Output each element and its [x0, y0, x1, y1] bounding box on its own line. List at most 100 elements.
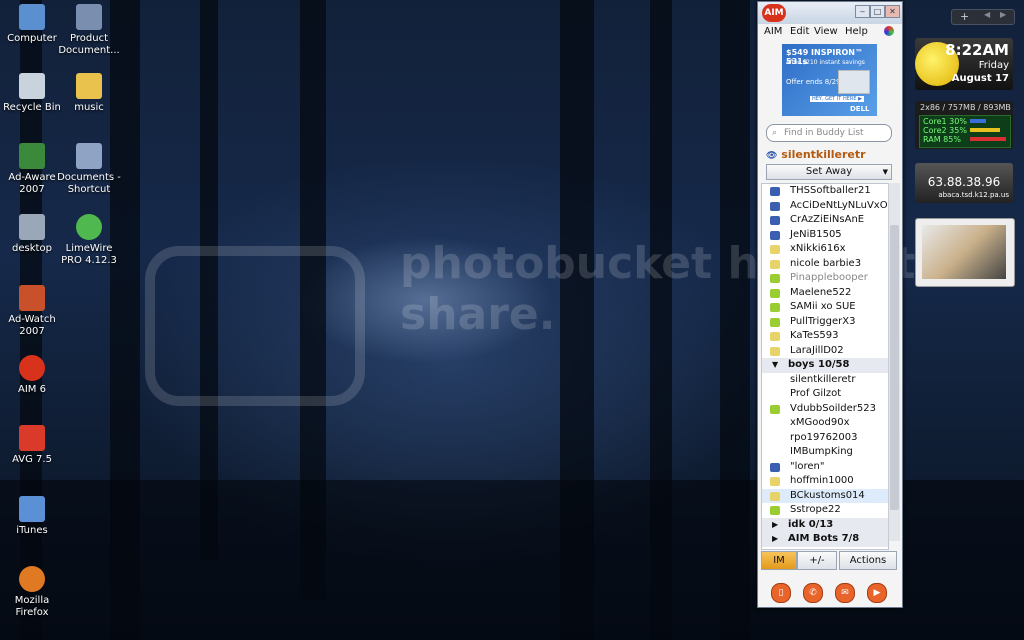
- buddy-list-item[interactable]: JeNiB1505: [762, 228, 888, 243]
- set-away-dropdown[interactable]: Set Away ▼: [766, 164, 892, 180]
- buddy-list-item[interactable]: THSSoftballer21: [762, 184, 888, 199]
- buddy-list-item[interactable]: BCkustoms014: [762, 488, 888, 503]
- desktop-icon-label: desktop: [12, 243, 52, 254]
- buddy-group-header[interactable]: ▼ boys 10/58: [762, 358, 888, 373]
- desktop-icon-avg[interactable]: AVG 7.5: [0, 425, 64, 466]
- cpu-panel: Core1 30% Core2 35% RAM 85%: [919, 115, 1011, 148]
- buddy-list-item[interactable]: PullTriggerX3: [762, 315, 888, 330]
- buddy-list-item[interactable]: nicole barbie3: [762, 257, 888, 272]
- buddy-list-item[interactable]: Sstrope22: [762, 503, 888, 518]
- desktop-icon-label: Documents - Shortcut: [57, 172, 121, 195]
- mobile-status-icon: [770, 187, 780, 196]
- previous-icon[interactable]: ◀: [984, 10, 990, 19]
- buddy-list-item[interactable]: KaTeS593: [762, 329, 888, 344]
- buddy-list-item[interactable]: xMGood90x: [762, 416, 888, 431]
- buddy-list-item[interactable]: LaraJillD02: [762, 344, 888, 359]
- dell-advertisement[interactable]: $549 INSPIRON™ 531s After $210 instant s…: [782, 44, 877, 116]
- phone-icon[interactable]: ✆: [803, 583, 823, 603]
- clock-date: August 17: [951, 73, 1009, 84]
- buddy-list-item[interactable]: SAMii xo SUE: [762, 300, 888, 315]
- desktop-icon-ad-aware[interactable]: Ad-Aware 2007: [0, 143, 64, 196]
- desktop-icon-firefox[interactable]: Mozilla Firefox: [0, 566, 64, 619]
- buddy-list-item[interactable]: xNikki616x: [762, 242, 888, 257]
- add-remove-button[interactable]: +/-: [797, 551, 837, 570]
- core2-bar: [970, 128, 1000, 132]
- desktop-icon-computer[interactable]: Computer: [0, 4, 64, 45]
- buddy-list-item[interactable]: AcCiDeNtLyNLuVxO: [762, 199, 888, 214]
- scrollbar-thumb[interactable]: [890, 225, 899, 510]
- mobile-status-icon: [770, 230, 780, 240]
- away-status-icon: [770, 332, 780, 341]
- im-button[interactable]: IM: [761, 551, 797, 570]
- desktop-icon-limewire[interactable]: LimeWire PRO 4.12.3: [57, 214, 121, 267]
- buddy-name: IMBumpKing: [790, 446, 853, 457]
- menu-view[interactable]: View: [814, 26, 838, 37]
- desktop-icon-label: Ad-Watch 2007: [8, 314, 56, 337]
- ad-aware-icon: [19, 143, 45, 169]
- play-icon[interactable]: ▶: [867, 583, 887, 603]
- buddy-list-scrollbar[interactable]: [888, 183, 900, 541]
- buddy-list-item[interactable]: silentkilleretr: [762, 373, 888, 388]
- buddy-search-input[interactable]: ⌕ Find in Buddy List: [766, 124, 892, 142]
- mobile-status-icon: [770, 462, 780, 472]
- desktop-icon-music[interactable]: music: [57, 73, 121, 114]
- buddy-list-item[interactable]: IMBumpKing: [762, 445, 888, 460]
- add-gadget-icon[interactable]: +: [960, 10, 969, 23]
- mail-icon[interactable]: ✉: [835, 583, 855, 603]
- clock-gadget[interactable]: 8:22AM Friday August 17: [915, 38, 1013, 90]
- desktop-icon-aim[interactable]: AIM 6: [0, 355, 64, 396]
- buddy-name: Prof Gilzot: [790, 388, 842, 399]
- search-icon: ⌕: [772, 128, 778, 138]
- buddy-group-header[interactable]: ▶ AIM Bots 7/8: [762, 532, 888, 547]
- buddy-group-header[interactable]: ▶ idk 0/13: [762, 517, 888, 533]
- buddy-name: AcCiDeNtLyNLuVxO: [790, 199, 888, 211]
- buddy-list-item[interactable]: VdubbSoilder523: [762, 402, 888, 417]
- desktop-icon-documents-shortcut[interactable]: Documents - Shortcut: [57, 143, 121, 196]
- buddy-name: VdubbSoilder523: [790, 402, 876, 414]
- buddy-list-item[interactable]: Pinapplebooper: [762, 271, 888, 286]
- buddy-list-item[interactable]: "loren": [762, 460, 888, 475]
- buddy-name: LaraJillD02: [790, 344, 844, 356]
- ip-address-gadget[interactable]: 63.88.38.96 abaca.tsd.k12.pa.us: [915, 163, 1013, 203]
- buddy-name: THSSoftballer21: [790, 185, 871, 196]
- buddy-list-item[interactable]: CrAzZiEiNsAnE: [762, 213, 888, 228]
- mobile-status-icon: [770, 201, 780, 211]
- buddy-list-item[interactable]: Prof Gilzot: [762, 387, 888, 402]
- chevron-right-icon[interactable]: ▶: [772, 532, 778, 547]
- ip-hostname: abaca.tsd.k12.pa.us: [938, 191, 1009, 199]
- next-icon[interactable]: ▶: [1000, 10, 1006, 19]
- idle-status-icon: [770, 404, 780, 414]
- menu-aim[interactable]: AIM: [764, 26, 782, 37]
- eye-icon: 👁: [766, 151, 778, 161]
- buddy-list-item[interactable]: rpo19762003: [762, 431, 888, 446]
- maximize-button[interactable]: □: [870, 5, 885, 18]
- buddy-list-item[interactable]: Maelene522: [762, 286, 888, 301]
- desktop-icon-itunes[interactable]: iTunes: [0, 496, 64, 537]
- buddy-list-item[interactable]: hoffmin1000: [762, 474, 888, 489]
- minimize-button[interactable]: ‒: [855, 5, 870, 18]
- chevron-down-icon[interactable]: ▼: [772, 358, 778, 373]
- close-button[interactable]: ✕: [885, 5, 900, 18]
- clock-day: Friday: [978, 60, 1009, 71]
- cpu-meter-gadget[interactable]: 2x86 / 757MB / 893MB Core1 30% Core2 35%…: [915, 101, 1013, 149]
- color-wheel-icon[interactable]: [884, 26, 894, 36]
- actions-button[interactable]: Actions: [839, 551, 897, 570]
- desktop-icon-ad-watch[interactable]: Ad-Watch 2007: [0, 285, 64, 338]
- own-screen-name[interactable]: 👁 silentkilleretr: [766, 148, 866, 161]
- desktop-icon-label: Ad-Aware 2007: [8, 172, 56, 195]
- desktop-icon-product-document[interactable]: Product Document...: [57, 4, 121, 57]
- menu-help[interactable]: Help: [845, 26, 868, 37]
- desktop-icon-label: iTunes: [16, 525, 48, 536]
- away-status-icon: [770, 346, 780, 356]
- desktop-icon-desktop[interactable]: desktop: [0, 214, 64, 255]
- mobile-icon[interactable]: ▯: [771, 583, 791, 603]
- menu-edit[interactable]: Edit: [790, 26, 809, 37]
- aim-titlebar[interactable]: AIM ‒ □ ✕: [758, 2, 902, 24]
- ram-bar: [970, 137, 1006, 141]
- slideshow-gadget[interactable]: [915, 218, 1015, 287]
- limewire-icon: [76, 214, 102, 240]
- cpu-row-label: Core1: [923, 117, 947, 126]
- dell-logo: DELL: [850, 105, 870, 113]
- desktop-icon-recycle-bin[interactable]: Recycle Bin: [0, 73, 64, 114]
- chevron-right-icon[interactable]: ▶: [772, 518, 778, 533]
